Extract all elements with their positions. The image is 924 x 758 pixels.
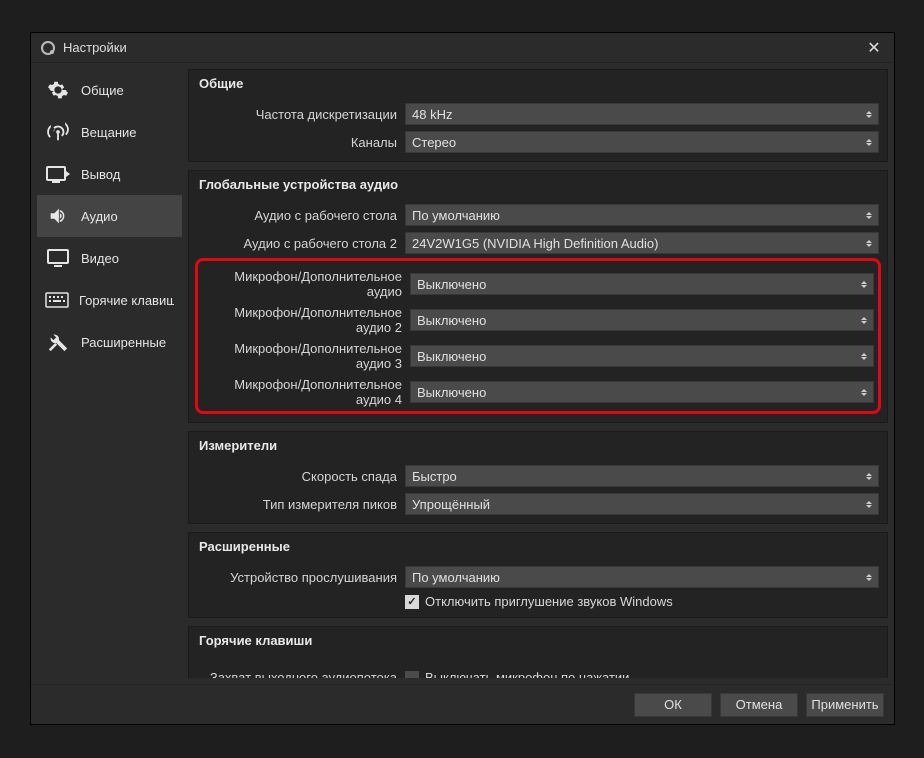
close-button[interactable]: ✕ [864,38,884,58]
sample-rate-combo[interactable]: 48 kHz [405,103,879,125]
sidebar-item-label: Вывод [81,167,120,182]
mute-push-checkbox[interactable] [405,671,419,679]
capture-output-label: Захват выходного аудиопотока [197,670,397,678]
sidebar-item-label: Общие [81,83,124,98]
panel-title: Измерители [189,432,887,457]
content-area: Общие Частота дискретизации 48 kHz Канал… [188,69,888,678]
gear-icon [45,79,71,101]
panel-global-audio: Глобальные устройства аудио Аудио с рабо… [188,170,888,423]
output-icon [45,164,71,184]
decay-rate-combo[interactable]: Быстро [405,465,879,487]
panel-title: Расширенные [189,533,887,558]
mic-4-combo[interactable]: Выключено [410,381,874,403]
panel-meters: Измерители Скорость спада Быстро Тип изм… [188,431,888,524]
panel-advanced: Расширенные Устройство прослушивания По … [188,532,888,618]
sidebar: Общие Вещание Вывод Аудио [37,69,182,678]
panel-title: Горячие клавиши [189,627,887,652]
monitor-icon [45,248,71,268]
sidebar-item-label: Аудио [81,209,118,224]
obs-icon [41,41,55,55]
panel-hotkeys: Горячие клавиши Захват выходного аудиопо… [188,626,888,678]
channels-combo[interactable]: Стерео [405,131,879,153]
sidebar-item-hotkeys[interactable]: Горячие клавиши [37,279,182,321]
monitoring-device-label: Устройство прослушивания [197,570,397,585]
mic-1-label: Микрофон/Дополнительное аудио [202,269,402,299]
mic-3-combo[interactable]: Выключено [410,345,874,367]
mic-2-label: Микрофон/Дополнительное аудио 2 [202,305,402,335]
peak-meter-label: Тип измерителя пиков [197,497,397,512]
mic-4-label: Микрофон/Дополнительное аудио 4 [202,377,402,407]
disable-ducking-checkbox[interactable]: ✓ [405,595,419,609]
sidebar-item-output[interactable]: Вывод [37,153,182,195]
sidebar-item-label: Горячие клавиши [79,293,174,308]
mute-push-label: Выключать микрофон по нажатии [425,670,629,678]
cancel-button[interactable]: Отмена [720,693,798,717]
panel-title: Общие [189,70,887,95]
peak-meter-combo[interactable]: Упрощённый [405,493,879,515]
ok-button[interactable]: ОК [634,693,712,717]
keyboard-icon [45,292,69,308]
channels-label: Каналы [197,135,397,150]
desktop-audio-label: Аудио с рабочего стола [197,208,397,223]
window-title: Настройки [63,40,864,55]
highlight-box: Микрофон/Дополнительное аудио Выключено … [195,258,881,414]
sidebar-item-stream[interactable]: Вещание [37,111,182,153]
disable-ducking-label: Отключить приглушение звуков Windows [425,594,673,609]
tools-icon [45,331,71,353]
titlebar: Настройки ✕ [31,33,894,63]
panel-title: Глобальные устройства аудио [189,171,887,196]
sidebar-item-general[interactable]: Общие [37,69,182,111]
mic-3-label: Микрофон/Дополнительное аудио 3 [202,341,402,371]
sidebar-item-label: Расширенные [81,335,166,350]
sample-rate-label: Частота дискретизации [197,107,397,122]
sidebar-item-video[interactable]: Видео [37,237,182,279]
panel-general: Общие Частота дискретизации 48 kHz Канал… [188,69,888,162]
settings-window: Настройки ✕ Общие Вещание Вывод [30,32,895,725]
desktop-audio-2-combo[interactable]: 24V2W1G5 (NVIDIA High Definition Audio) [405,232,879,254]
mic-1-combo[interactable]: Выключено [410,273,874,295]
mic-2-combo[interactable]: Выключено [410,309,874,331]
sidebar-item-label: Видео [81,251,119,266]
sidebar-item-label: Вещание [81,125,137,140]
antenna-icon [45,121,71,143]
sidebar-item-audio[interactable]: Аудио [37,195,182,237]
sidebar-item-advanced[interactable]: Расширенные [37,321,182,363]
speaker-icon [45,205,71,227]
decay-rate-label: Скорость спада [197,469,397,484]
desktop-audio-2-label: Аудио с рабочего стола 2 [197,236,397,251]
dialog-buttons: ОК Отмена Применить [31,684,894,724]
desktop-audio-combo[interactable]: По умолчанию [405,204,879,226]
monitoring-device-combo[interactable]: По умолчанию [405,566,879,588]
apply-button[interactable]: Применить [806,693,884,717]
